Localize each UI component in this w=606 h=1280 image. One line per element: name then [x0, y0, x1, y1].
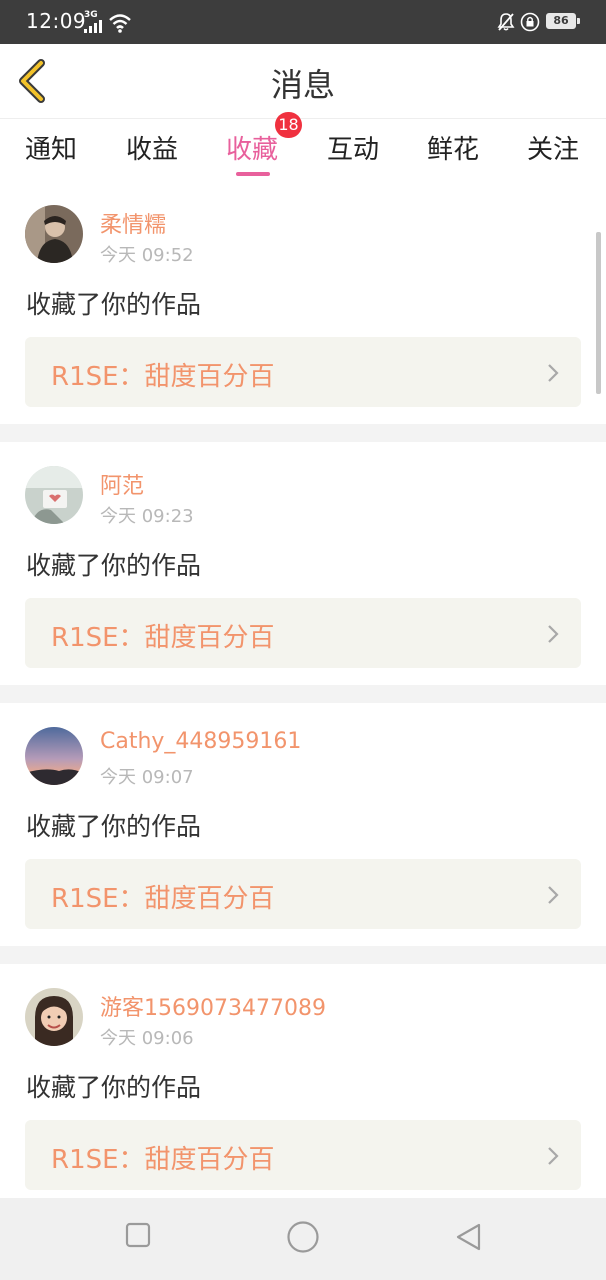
timestamp: 今天 09:52	[100, 245, 194, 266]
avatar[interactable]	[25, 205, 83, 263]
action-text: 收藏了你的作品	[26, 1073, 202, 1102]
notification-list: 柔情糯 今天 09:52 收藏了你的作品 R1SE：甜度百分百 阿范 今天 09…	[0, 181, 606, 1207]
list-item: 阿范 今天 09:23 收藏了你的作品 R1SE：甜度百分百	[0, 442, 606, 685]
network-type: 3G	[84, 10, 98, 20]
work-title: R1SE：甜度百分百	[51, 362, 275, 392]
battery-tip	[577, 18, 580, 24]
battery-icon: 86	[546, 13, 576, 29]
avatar[interactable]	[25, 727, 83, 785]
avatar[interactable]	[25, 466, 83, 524]
list-separator	[0, 424, 606, 442]
lock-icon	[520, 12, 540, 32]
action-text: 收藏了你的作品	[26, 290, 202, 319]
work-link[interactable]: R1SE：甜度百分百	[25, 598, 581, 668]
username[interactable]: Cathy_448959161	[100, 729, 301, 754]
chevron-right-icon	[548, 886, 559, 904]
work-link[interactable]: R1SE：甜度百分百	[25, 337, 581, 407]
chevron-right-icon	[548, 364, 559, 382]
tab-favorites[interactable]: 收藏	[226, 129, 278, 166]
work-title: R1SE：甜度百分百	[51, 884, 275, 914]
bell-muted-icon	[497, 13, 515, 31]
navigation-bar	[0, 1198, 606, 1280]
timestamp: 今天 09:23	[100, 506, 194, 527]
header: 消息	[0, 44, 606, 119]
battery-level: 86	[553, 14, 569, 27]
back-triangle-icon[interactable]	[454, 1222, 482, 1252]
signal-icon: 3G	[82, 10, 132, 36]
active-tab-indicator	[236, 172, 270, 176]
chevron-right-icon	[548, 625, 559, 643]
status-bar: 12:09 3G 86	[0, 0, 606, 44]
work-title: R1SE：甜度百分百	[51, 1145, 275, 1175]
home-circle-icon[interactable]	[286, 1220, 320, 1254]
timestamp: 今天 09:06	[100, 1028, 194, 1049]
list-item: Cathy_448959161 今天 09:07 收藏了你的作品 R1SE：甜度…	[0, 703, 606, 946]
tab-bar: 通知 收益 收藏 互动 鲜花 关注	[0, 119, 606, 181]
tab-notifications[interactable]: 通知	[25, 129, 77, 166]
work-title: R1SE：甜度百分百	[51, 623, 275, 653]
username[interactable]: 柔情糯	[100, 207, 166, 239]
wifi-icon	[109, 14, 131, 33]
list-item: 游客1569073477089 今天 09:06 收藏了你的作品 R1SE：甜度…	[0, 964, 606, 1207]
list-separator	[0, 685, 606, 703]
tab-earnings[interactable]: 收益	[126, 129, 178, 166]
recents-square-icon[interactable]	[125, 1222, 151, 1248]
status-time: 12:09	[26, 9, 87, 33]
tab-flowers[interactable]: 鲜花	[427, 129, 479, 166]
list-separator	[0, 946, 606, 964]
username[interactable]: 阿范	[100, 468, 144, 500]
scrollbar[interactable]	[596, 232, 601, 394]
tab-interactions[interactable]: 互动	[327, 129, 379, 166]
work-link[interactable]: R1SE：甜度百分百	[25, 1120, 581, 1190]
work-link[interactable]: R1SE：甜度百分百	[25, 859, 581, 929]
avatar[interactable]	[25, 988, 83, 1046]
chevron-right-icon	[548, 1147, 559, 1165]
timestamp: 今天 09:07	[100, 767, 194, 788]
list-item: 柔情糯 今天 09:52 收藏了你的作品 R1SE：甜度百分百	[0, 181, 606, 424]
action-text: 收藏了你的作品	[26, 812, 202, 841]
unread-badge: 18	[275, 112, 302, 138]
action-text: 收藏了你的作品	[26, 551, 202, 580]
username[interactable]: 游客1569073477089	[100, 990, 326, 1022]
page-title: 消息	[270, 66, 335, 104]
tab-follows[interactable]: 关注	[527, 129, 579, 166]
